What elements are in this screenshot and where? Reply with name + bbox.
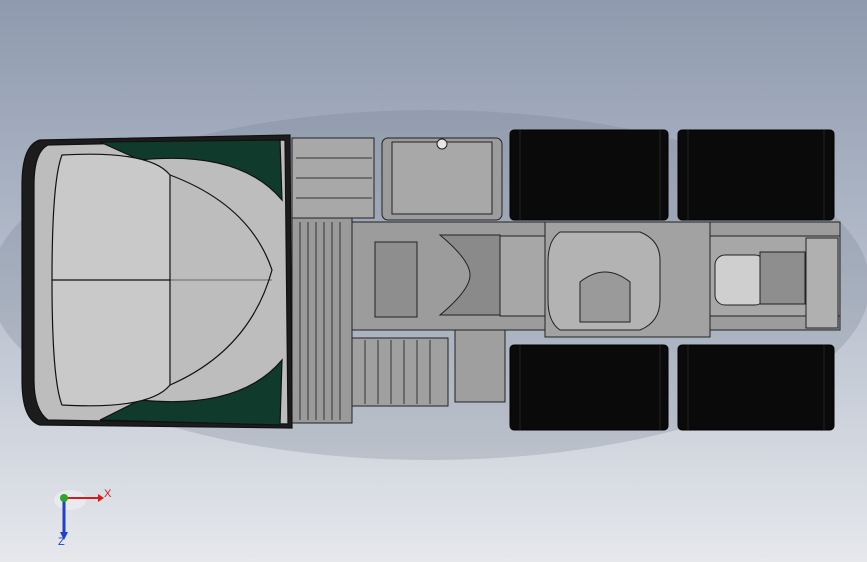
z-axis-label: Z [58,536,65,548]
tire-rear-left [677,129,835,221]
cab [21,134,293,429]
tire-front-right [509,344,669,431]
graphics-viewport[interactable]: X Z [0,0,867,562]
chassis-frame [349,221,841,338]
coordinate-triad: X Z [40,478,120,548]
battery-box [454,329,506,403]
truck-model[interactable] [0,0,867,562]
tire-front-left [509,129,669,221]
x-axis-label: X [104,488,112,500]
fuel-tank [381,137,503,221]
tire-rear-right [677,344,835,431]
air-tank [714,254,766,306]
y-axis-marker [60,494,68,502]
